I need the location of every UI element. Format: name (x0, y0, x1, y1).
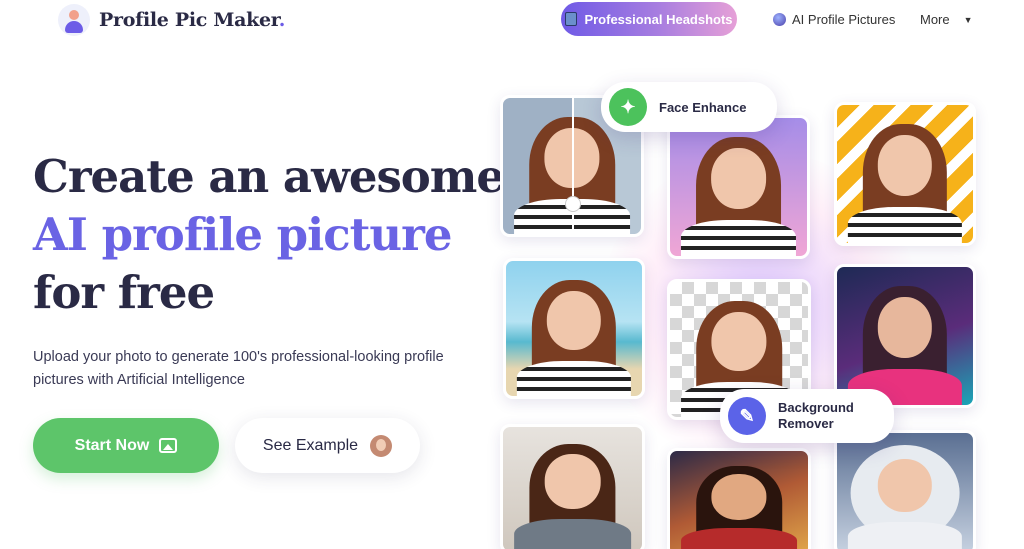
sample-gradient-background-photo (667, 115, 810, 259)
hero-subtitle: Upload your photo to generate 100's prof… (33, 349, 444, 388)
hero-heading-line-3: for free (33, 266, 215, 319)
compare-slider-handle[interactable] (565, 195, 581, 212)
background-remover-label: Background Remover (778, 400, 854, 431)
nav-ai-profile-pictures-link[interactable]: AI Profile Pictures (773, 12, 895, 27)
headshot-icon (565, 12, 578, 26)
start-now-button[interactable]: Start Now (33, 418, 219, 473)
see-example-button[interactable]: See Example (235, 418, 420, 473)
sample-beach-background-photo (503, 258, 645, 399)
sample-superhero-photo (667, 448, 811, 549)
magic-wand-icon: ✎ (728, 397, 766, 435)
nav-professional-headshots-button[interactable]: Professional Headshots (561, 2, 737, 36)
hero-heading-line-2: AI profile picture (33, 208, 452, 261)
hero-heading: Create an awesome AI profile picture for… (33, 148, 505, 322)
hero-heading-line-1: Create an awesome (33, 150, 505, 203)
brand-logo[interactable]: Profile Pic Maker. (58, 4, 285, 36)
sample-astronaut-photo (834, 430, 976, 549)
example-avatar (370, 434, 393, 457)
start-now-label: Start Now (74, 436, 150, 454)
caret-down-icon: ▼ (963, 14, 973, 25)
nav-more-label: More (920, 12, 950, 27)
nav-professional-headshots-label: Professional Headshots (584, 11, 733, 27)
avatar-logo-icon (58, 4, 90, 36)
face-enhance-badge: ✦ Face Enhance (601, 82, 777, 132)
ai-profile-icon (773, 13, 786, 26)
face-enhance-label: Face Enhance (659, 99, 747, 115)
sample-pattern-background-photo (834, 102, 976, 246)
nav-ai-profile-pictures-label: AI Profile Pictures (792, 12, 896, 27)
top-navbar: Profile Pic Maker. Professional Headshot… (0, 0, 1024, 40)
compare-slider-line[interactable] (572, 98, 574, 234)
sample-neon-gamer-photo (834, 264, 976, 408)
see-example-label: See Example (262, 436, 359, 454)
sparkle-icon: ✦ (609, 88, 647, 126)
brand-name: Profile Pic Maker. (99, 9, 286, 31)
background-remover-badge: ✎ Background Remover (720, 389, 894, 443)
image-icon (159, 438, 178, 453)
sample-business-headshot-photo (500, 424, 645, 549)
nav-more-dropdown[interactable]: More ▼ (920, 12, 973, 27)
